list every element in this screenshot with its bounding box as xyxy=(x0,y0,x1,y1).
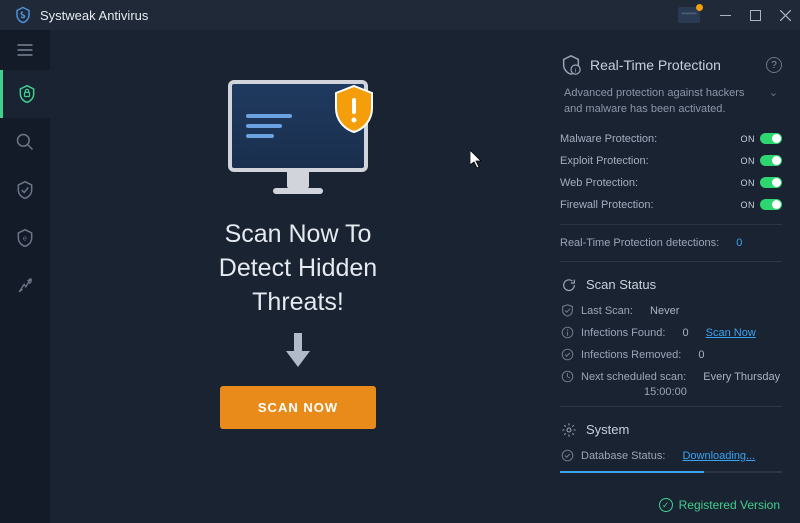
scan-status-header: Scan Status xyxy=(560,270,782,300)
web-toggle[interactable] xyxy=(760,177,782,188)
refresh-icon xyxy=(560,276,578,294)
info-icon xyxy=(560,326,574,340)
sidebar-item-scan[interactable] xyxy=(0,118,50,166)
sidebar-item-web-safety[interactable] xyxy=(0,166,50,214)
rtp-advanced-note[interactable]: Advanced protection against hackers and … xyxy=(560,86,782,128)
infections-removed-row: Infections Removed: 0 xyxy=(560,344,782,366)
maximize-button[interactable] xyxy=(740,0,770,30)
sidebar-item-protection[interactable] xyxy=(0,70,50,118)
status-panel: i Real-Time Protection ? Advanced protec… xyxy=(546,30,800,487)
malware-toggle[interactable] xyxy=(760,133,782,144)
main-area: Scan Now To Detect Hidden Threats! SCAN … xyxy=(50,30,800,523)
svg-text:e: e xyxy=(23,234,27,243)
shield-info-icon: i xyxy=(560,54,582,76)
registered-check-icon: ✓ xyxy=(659,498,673,512)
titlebar: Systweak Antivirus xyxy=(0,0,800,30)
database-status-row: Database Status: Downloading... xyxy=(560,445,782,467)
system-header: System xyxy=(560,415,782,445)
rtp-header: i Real-Time Protection ? xyxy=(560,54,782,76)
gear-icon xyxy=(560,421,578,439)
last-scan-row: Last Scan: Never xyxy=(560,300,782,322)
infections-found-row: Infections Found: 0 Scan Now xyxy=(560,322,782,344)
rtp-detections: Real-Time Protection detections: 0 xyxy=(560,233,782,253)
credit-card-icon[interactable] xyxy=(678,7,700,23)
sidebar-item-optimize[interactable] xyxy=(0,262,50,310)
check-circle-icon xyxy=(560,348,574,362)
footer: ✓ Registered Version xyxy=(50,487,800,523)
rtp-title: Real-Time Protection xyxy=(590,57,721,73)
hero-headline: Scan Now To Detect Hidden Threats! xyxy=(219,218,377,319)
database-status-value: Downloading... xyxy=(682,450,755,462)
next-scan-time: 15:00:00 xyxy=(560,386,782,398)
next-scan-row: Next scheduled scan: Every Thursday xyxy=(560,366,782,388)
arrow-down-icon xyxy=(283,333,313,374)
registered-label: Registered Version xyxy=(679,498,780,512)
help-icon[interactable]: ? xyxy=(766,57,782,73)
clock-icon xyxy=(560,370,574,384)
app-title: Systweak Antivirus xyxy=(40,8,148,23)
close-button[interactable] xyxy=(770,0,800,30)
scan-now-button[interactable]: SCAN NOW xyxy=(220,386,376,429)
sidebar: e xyxy=(0,30,50,523)
svg-text:i: i xyxy=(575,67,576,74)
chevron-down-icon: ⌄ xyxy=(769,86,778,118)
download-progress xyxy=(560,471,782,473)
exploit-toggle[interactable] xyxy=(760,155,782,166)
hero-panel: Scan Now To Detect Hidden Threats! SCAN … xyxy=(50,30,546,487)
check-circle-icon xyxy=(560,449,574,463)
monitor-illustration xyxy=(228,80,368,194)
toggle-firewall: Firewall Protection: ON xyxy=(560,194,782,216)
toggle-exploit: Exploit Protection: ON xyxy=(560,150,782,172)
minimize-button[interactable] xyxy=(710,0,740,30)
app-logo-icon xyxy=(14,6,32,24)
check-shield-icon xyxy=(560,304,574,318)
sidebar-menu-button[interactable] xyxy=(0,30,50,70)
sidebar-item-firewall[interactable]: e xyxy=(0,214,50,262)
scan-now-link[interactable]: Scan Now xyxy=(706,327,756,339)
toggle-malware: Malware Protection: ON xyxy=(560,128,782,150)
warning-shield-icon xyxy=(332,84,376,134)
toggle-web: Web Protection: ON xyxy=(560,172,782,194)
firewall-toggle[interactable] xyxy=(760,199,782,210)
